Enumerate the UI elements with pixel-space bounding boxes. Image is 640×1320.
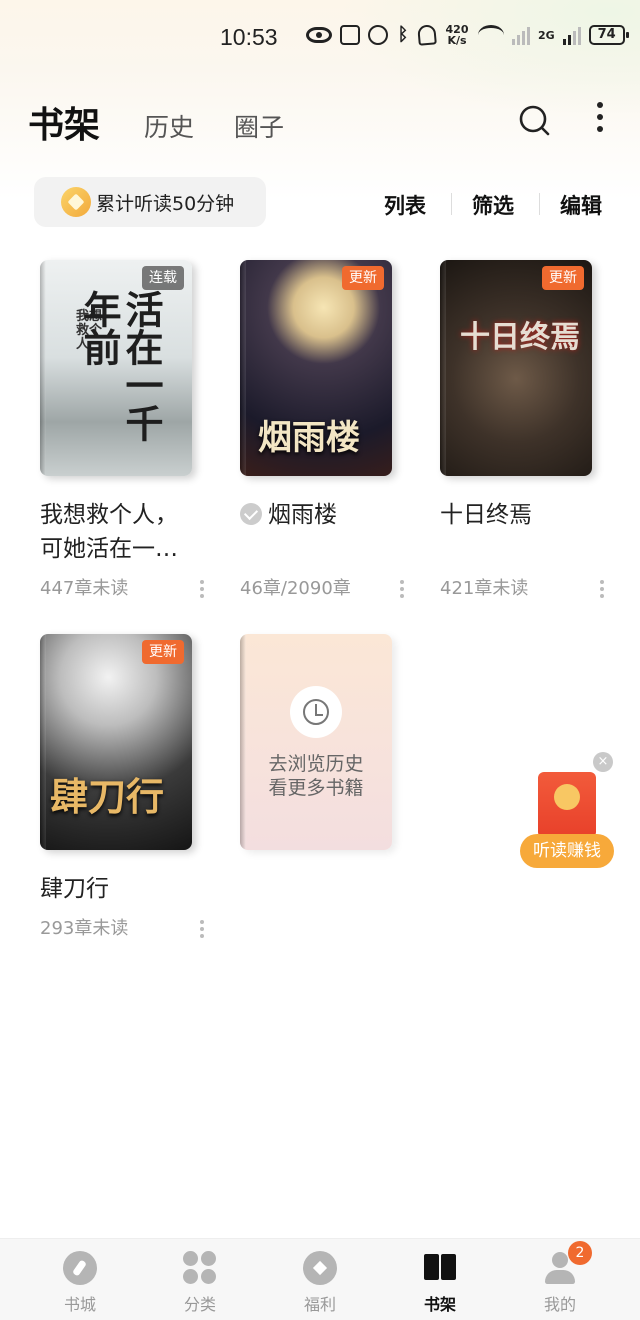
book-progress: 46章/2090章: [240, 578, 351, 599]
nav-bookstore[interactable]: 书城: [40, 1251, 120, 1315]
edit-button[interactable]: 编辑: [560, 190, 602, 220]
battery-icon: 74: [588, 25, 629, 45]
status-icons: ᛒ 420 K/s 2G 74: [306, 23, 629, 47]
listen-time-chip[interactable]: 累计听读50分钟: [34, 177, 266, 227]
search-icon[interactable]: [518, 104, 550, 136]
divider: [539, 193, 540, 215]
bookshelf-icon: [423, 1251, 457, 1285]
alarm-icon: [368, 25, 388, 45]
close-icon[interactable]: ×: [593, 752, 613, 772]
status-bar: 10:53 ᛒ 420 K/s 2G 74: [0, 22, 640, 56]
notification-badge: 2: [568, 1241, 592, 1265]
book-title: 烟雨楼: [240, 498, 400, 532]
status-badge: 更新: [342, 266, 384, 290]
nfc-icon: [340, 25, 360, 45]
book-progress: 421章未读: [440, 578, 529, 599]
status-badge: 连载: [142, 266, 184, 290]
book-more-icon[interactable]: [200, 920, 204, 941]
nav-welfare[interactable]: 福利: [280, 1251, 360, 1315]
book-cover[interactable]: 更新 十日终焉: [440, 260, 592, 476]
book-progress: 293章未读: [40, 918, 129, 939]
signal-1-icon: [512, 25, 530, 45]
book-cover[interactable]: 更新 肆刀行: [40, 634, 192, 850]
book-title: 肆刀行: [40, 876, 109, 902]
red-packet-icon: [538, 772, 596, 838]
nav-mine[interactable]: 2 我的: [520, 1241, 600, 1315]
book-title: 十日终焉: [440, 502, 532, 528]
book-more-icon[interactable]: [400, 580, 404, 601]
bottom-nav: 书城 分类 福利 书架 2 我的: [0, 1238, 640, 1320]
category-grid-icon: [183, 1251, 217, 1285]
clock-icon: [290, 686, 342, 738]
tab-history[interactable]: 历史: [144, 108, 194, 144]
book-title: 我想救个人，可她活在一…: [40, 502, 178, 562]
book-cover[interactable]: 更新 烟雨楼: [240, 260, 392, 476]
divider: [451, 193, 452, 215]
browse-history-cover[interactable]: 去浏览历史 看更多书籍: [240, 634, 392, 850]
status-badge: 更新: [142, 640, 184, 664]
eye-icon: [306, 27, 332, 43]
network-speed: 420 K/s: [445, 23, 469, 47]
bluetooth-icon: ᛒ: [397, 24, 409, 45]
listen-earn-float[interactable]: × 听读赚钱: [520, 752, 620, 872]
network-type: 2G: [538, 28, 555, 42]
listen-time-label: 累计听读50分钟: [96, 193, 235, 215]
tab-circle[interactable]: 圈子: [234, 108, 284, 144]
book-item[interactable]: 连载 我想救个人 活在一千年前 我想救个人，可她活在一… 447章未读: [40, 260, 220, 600]
book-item[interactable]: 更新 十日终焉 十日终焉 421章未读: [440, 260, 620, 600]
book-item[interactable]: 更新 肆刀行 肆刀行 293章未读: [40, 634, 220, 940]
book-cover[interactable]: 连载 我想救个人 活在一千年前: [40, 260, 192, 476]
status-badge: 更新: [542, 266, 584, 290]
header: 书架 历史 圈子: [0, 96, 640, 146]
finished-check-icon: [240, 503, 262, 525]
more-vertical-icon[interactable]: [590, 102, 610, 136]
browse-history-card[interactable]: 去浏览历史 看更多书籍: [240, 634, 420, 850]
bell-muted-icon: [417, 24, 437, 46]
book-more-icon[interactable]: [600, 580, 604, 601]
nav-bookshelf[interactable]: 书架: [400, 1251, 480, 1315]
list-view-button[interactable]: 列表: [384, 190, 426, 220]
compass-icon: [63, 1251, 97, 1285]
status-time: 10:53: [220, 24, 278, 50]
signal-2-icon: [562, 25, 581, 45]
tab-bookshelf[interactable]: 书架: [28, 96, 100, 148]
gift-icon: [303, 1251, 337, 1285]
browse-history-text: 去浏览历史 看更多书籍: [268, 753, 364, 799]
filter-button[interactable]: 筛选: [472, 190, 514, 220]
listen-earn-label: 听读赚钱: [520, 834, 614, 868]
coin-icon: [61, 187, 91, 217]
nav-category[interactable]: 分类: [160, 1251, 240, 1315]
book-more-icon[interactable]: [200, 580, 204, 601]
wifi-icon: [478, 25, 504, 45]
book-progress: 447章未读: [40, 578, 129, 599]
book-item[interactable]: 更新 烟雨楼 烟雨楼 46章/2090章: [240, 260, 420, 600]
